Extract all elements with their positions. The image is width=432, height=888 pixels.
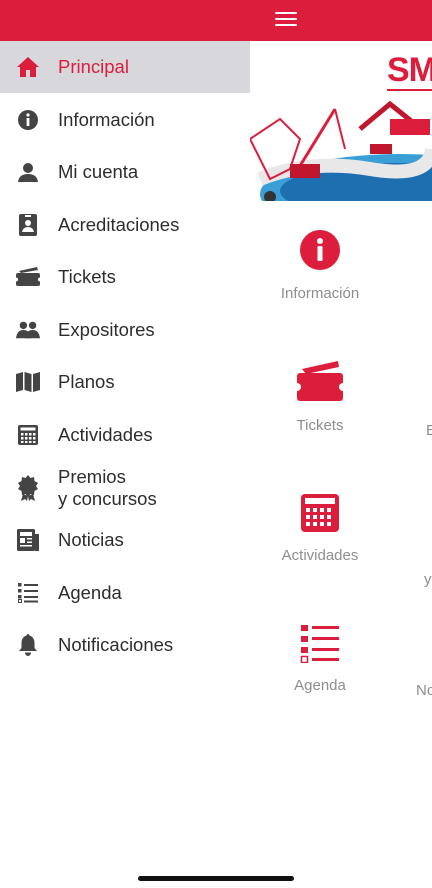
drawer-item-label: Agenda	[58, 582, 122, 603]
drawer-item-label: Información	[58, 109, 155, 130]
drawer-item-notificaciones[interactable]: Notificaciones	[0, 619, 250, 671]
main-content: SM Información Tickets E Actividades y A…	[250, 41, 432, 888]
newspaper-icon	[16, 528, 40, 552]
tile-informacion[interactable]: Información	[250, 229, 390, 302]
drawer-item-agenda[interactable]: Agenda	[0, 567, 250, 619]
info-icon	[300, 230, 340, 270]
user-icon	[16, 160, 40, 184]
drawer-item-label: Noticias	[58, 529, 124, 550]
tile-label: Tickets	[296, 417, 344, 434]
ticket-icon	[296, 361, 344, 401]
list-icon	[300, 625, 339, 663]
drawer-item-label: Notificaciones	[58, 634, 174, 655]
navigation-drawer: Principal Información Mi cuenta Acredita…	[0, 41, 250, 888]
calendar-icon	[16, 423, 40, 447]
home-indicator	[138, 876, 294, 881]
info-icon	[16, 108, 40, 132]
list-icon	[16, 581, 40, 605]
drawer-item-noticias[interactable]: Noticias	[0, 514, 250, 566]
drawer-item-label: Expositores	[58, 319, 155, 340]
drawer-item-actividades[interactable]: Actividades	[0, 409, 250, 461]
tile-agenda[interactable]: Agenda	[250, 623, 390, 694]
event-banner-image	[250, 99, 432, 201]
hamburger-icon[interactable]	[275, 12, 297, 26]
tile-label: Información	[280, 285, 360, 302]
drawer-item-label: Acreditaciones	[58, 214, 180, 235]
tile-label: Actividades	[281, 547, 359, 564]
drawer-item-label: Principal	[58, 56, 129, 77]
clipped-tile-label: No	[416, 682, 432, 699]
clipped-tile-label: y	[424, 571, 432, 588]
group-icon	[16, 318, 40, 342]
brand-logo: SM	[387, 51, 432, 89]
ticket-icon	[16, 265, 40, 289]
top-app-bar	[0, 0, 432, 41]
drawer-item-expositores[interactable]: Expositores	[0, 304, 250, 356]
drawer-item-tickets[interactable]: Tickets	[0, 251, 250, 303]
drawer-item-informacion[interactable]: Información	[0, 94, 250, 146]
clipped-tile-label: E	[426, 422, 432, 439]
calendar-icon	[301, 494, 339, 532]
drawer-item-label: Planos	[58, 371, 115, 392]
map-icon	[16, 370, 40, 394]
drawer-item-acreditaciones[interactable]: Acreditaciones	[0, 199, 250, 251]
drawer-item-label: Mi cuenta	[58, 161, 139, 182]
bell-icon	[16, 633, 40, 657]
tile-tickets[interactable]: Tickets	[250, 361, 390, 434]
home-icon	[16, 55, 40, 79]
award-icon	[16, 475, 40, 501]
logo-underline	[387, 89, 432, 91]
drawer-item-mi-cuenta[interactable]: Mi cuenta	[0, 146, 250, 198]
drawer-item-planos[interactable]: Planos	[0, 356, 250, 408]
badge-icon	[16, 213, 40, 237]
drawer-item-premios[interactable]: Premios y concursos	[0, 461, 250, 515]
drawer-item-label: Actividades	[58, 424, 153, 445]
banner-illustration	[250, 100, 432, 201]
drawer-item-principal[interactable]: Principal	[0, 41, 250, 93]
tile-actividades[interactable]: Actividades	[250, 493, 390, 564]
drawer-item-label: Premios y concursos	[58, 466, 157, 509]
drawer-item-label: Tickets	[58, 266, 116, 287]
tile-label: Agenda	[294, 677, 346, 694]
